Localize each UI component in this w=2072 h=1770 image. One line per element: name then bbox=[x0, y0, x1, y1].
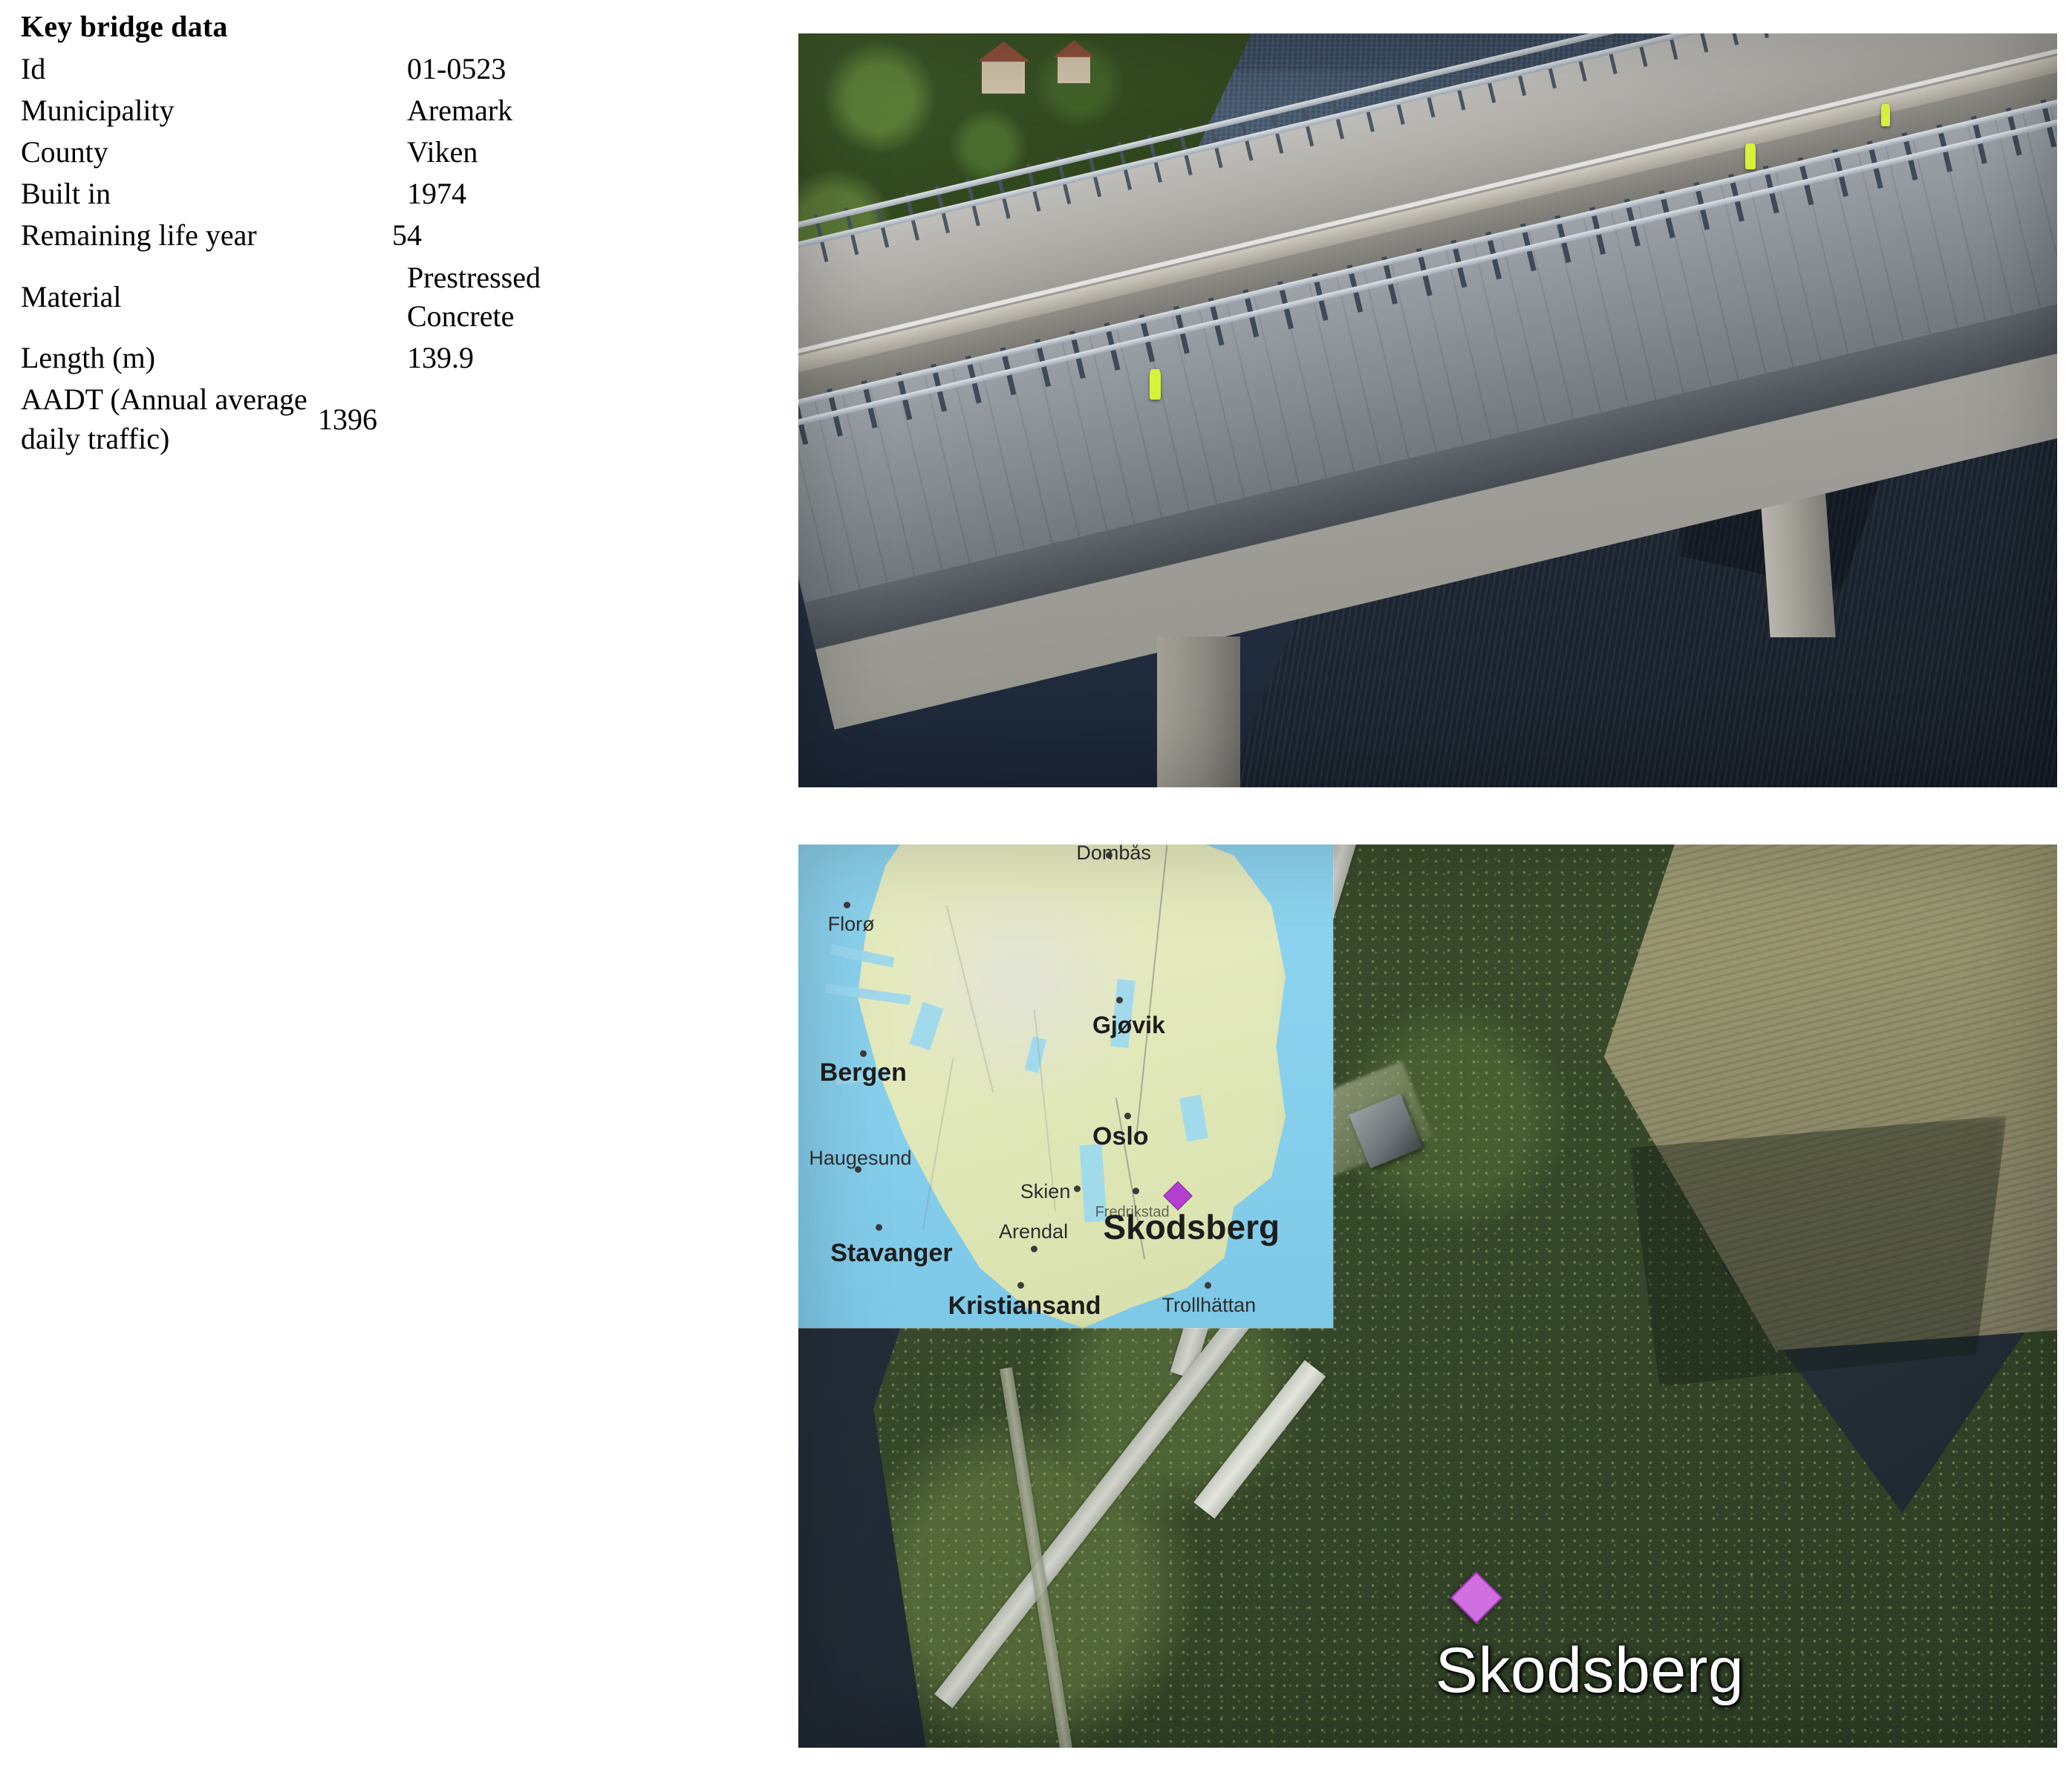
key-bridge-data-panel: Key bridge data Id 01-0523 Municipality … bbox=[21, 7, 749, 460]
city-label-gjovik: Gjøvik bbox=[1092, 1011, 1165, 1038]
city-dot bbox=[859, 1050, 867, 1057]
row-value-built-in: 1974 bbox=[407, 177, 466, 211]
row-value-length: 139.9 bbox=[407, 341, 474, 375]
row-label-county: County bbox=[21, 135, 108, 169]
lakeside-cabin bbox=[1053, 40, 1095, 83]
row-label-remaining-life-year: Remaining life year bbox=[21, 218, 257, 253]
inspector-hi-vis bbox=[1880, 104, 1891, 126]
satellite-location-photograph: Skodsberg Dombås Florø Bergen Haugesund bbox=[798, 845, 2057, 1748]
inspector-hi-vis bbox=[1744, 143, 1756, 169]
city-label-arendal: Arendal bbox=[999, 1220, 1069, 1243]
city-dot bbox=[1073, 1185, 1081, 1192]
row-value-material: Prestressed Concrete bbox=[407, 260, 541, 333]
table-row: Remaining life year 54 bbox=[21, 215, 749, 256]
city-label-trollhattan: Trollhättan bbox=[1162, 1294, 1257, 1317]
table-row: County Viken bbox=[21, 131, 749, 173]
row-value-municipality: Aremark bbox=[407, 94, 513, 128]
row-value-aadt: 1396 bbox=[318, 402, 377, 436]
row-label-built-in: Built in bbox=[21, 177, 111, 211]
row-label-id: Id bbox=[21, 52, 46, 86]
city-label-floro: Florø bbox=[827, 913, 875, 936]
inset-label-skodsberg: Skodsberg bbox=[1103, 1208, 1280, 1247]
city-label-stavanger: Stavanger bbox=[830, 1238, 953, 1267]
norway-locator-map: Dombås Florø Bergen Haugesund Stavanger … bbox=[798, 845, 1333, 1328]
table-row: AADT (Annual average daily traffic) 1396 bbox=[21, 379, 749, 460]
table-row: Id 01-0523 bbox=[21, 48, 749, 90]
row-value-remaining-life-year: 54 bbox=[392, 218, 422, 253]
city-label-skien: Skien bbox=[1020, 1180, 1071, 1203]
city-label-haugesund: Haugesund bbox=[809, 1146, 912, 1169]
table-row: Municipality Aremark bbox=[21, 90, 749, 131]
city-label-oslo: Oslo bbox=[1092, 1122, 1149, 1151]
row-value-county: Viken bbox=[407, 135, 478, 169]
row-label-aadt: AADT (Annual average daily traffic) bbox=[21, 383, 307, 455]
page-title: Key bridge data bbox=[21, 10, 228, 43]
field-shadow bbox=[1629, 1115, 2007, 1387]
table-row: Length (m) 139.9 bbox=[21, 337, 749, 379]
bridge-aerial-photograph bbox=[798, 33, 2057, 787]
row-label-municipality: Municipality bbox=[21, 94, 175, 128]
row-value-id: 01-0523 bbox=[407, 52, 506, 86]
city-label-bergen: Bergen bbox=[819, 1058, 907, 1087]
row-label-material: Material bbox=[21, 279, 122, 313]
city-label-kristiansand: Kristiansand bbox=[948, 1292, 1101, 1321]
city-dot bbox=[844, 901, 851, 908]
inspector-hi-vis bbox=[1149, 368, 1162, 400]
table-row: Built in 1974 bbox=[21, 173, 749, 215]
table-row: Material Prestressed Concrete bbox=[21, 257, 749, 338]
city-label-dombas: Dombås bbox=[1076, 845, 1151, 865]
place-label-skodsberg: Skodsberg bbox=[1435, 1634, 1744, 1706]
row-label-length: Length (m) bbox=[21, 341, 156, 375]
lakeside-cabin bbox=[977, 41, 1031, 94]
bridge-pier bbox=[1157, 637, 1240, 787]
